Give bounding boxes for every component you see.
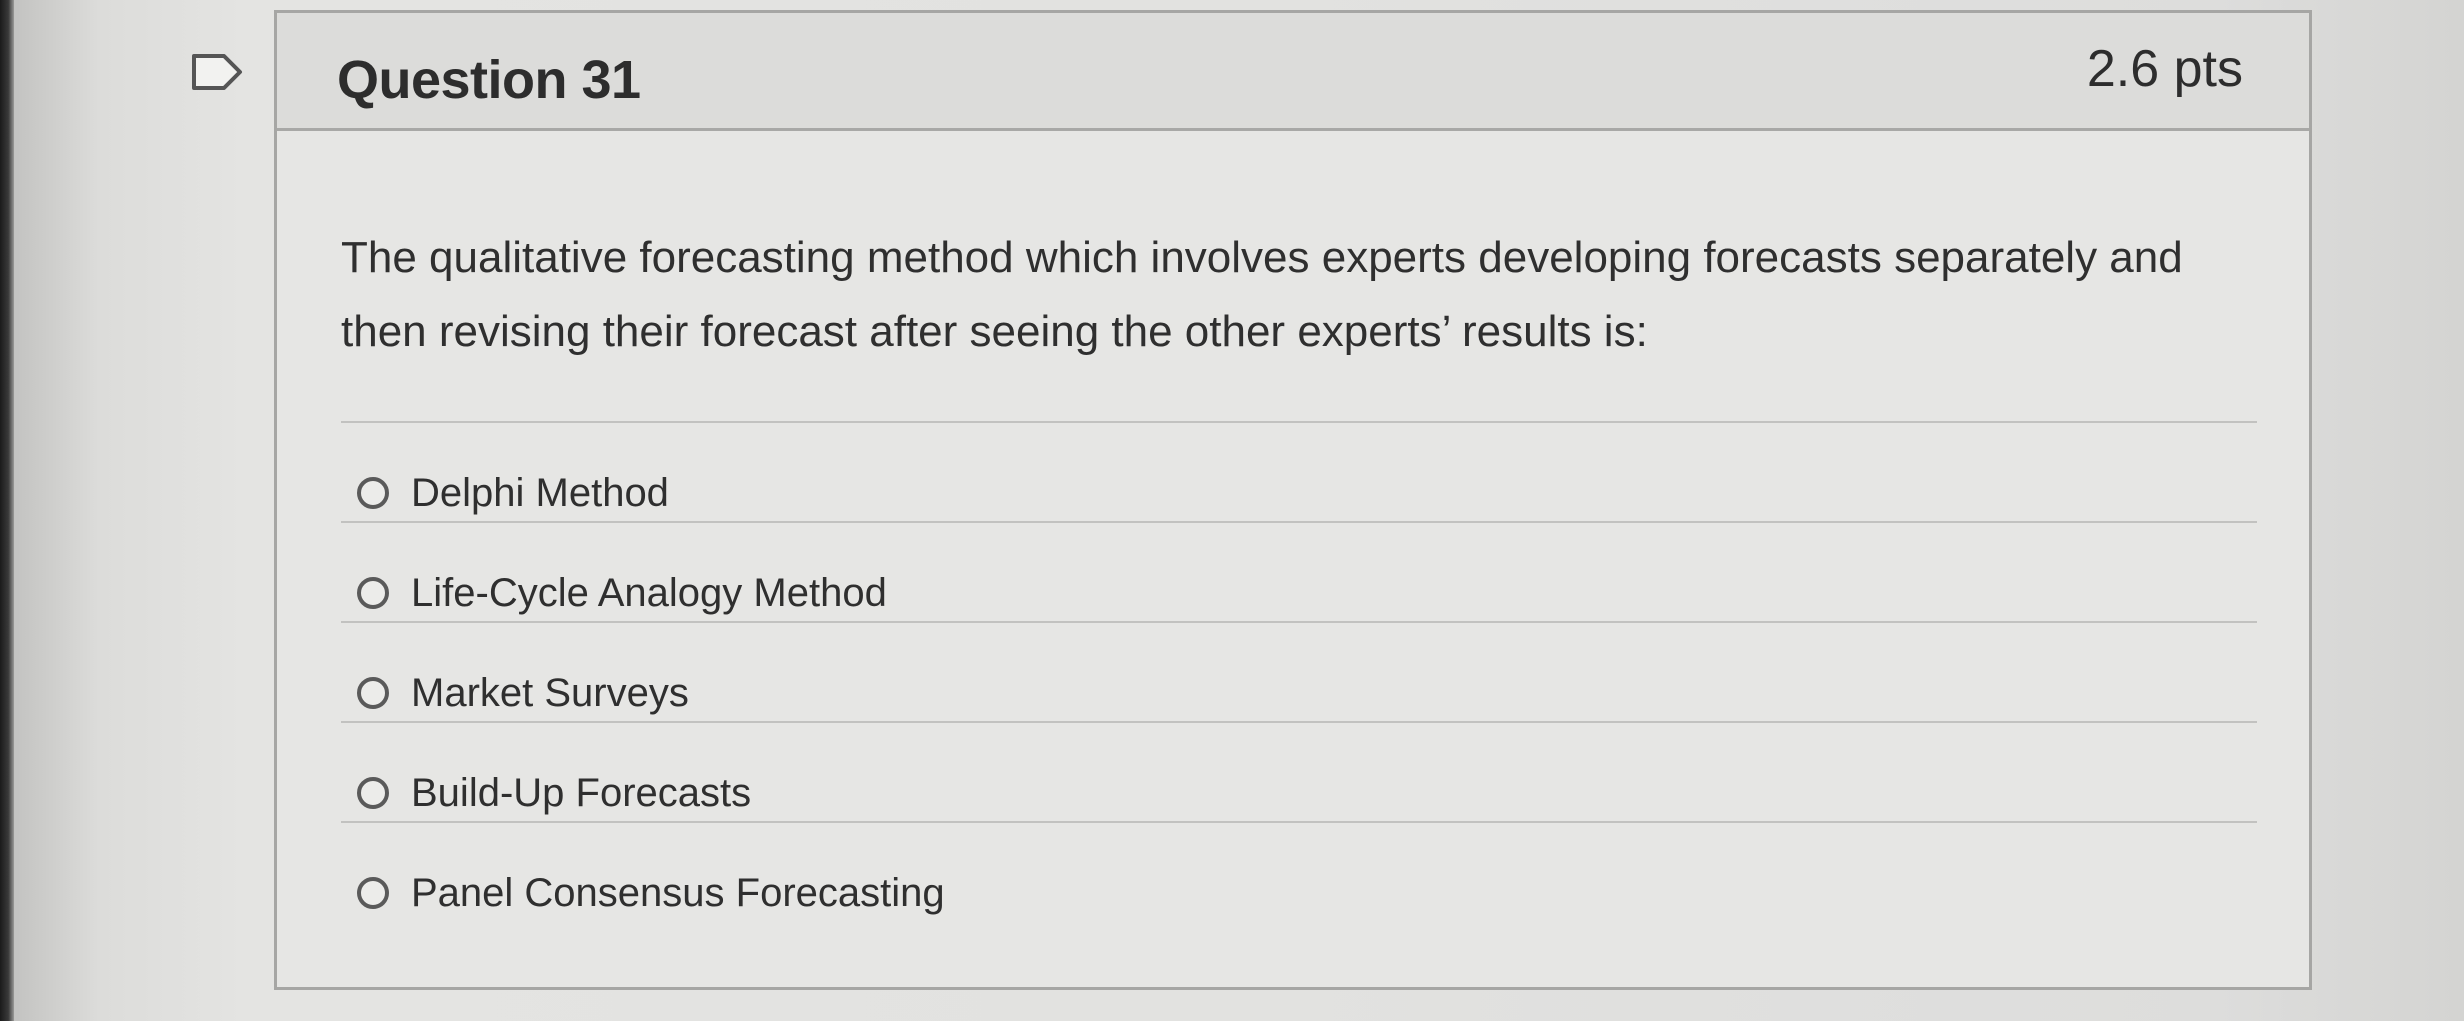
answer-divider [341, 821, 2257, 823]
question-text: The qualitative forecasting method which… [341, 233, 2183, 356]
answer-label: Life-Cycle Analogy Method [411, 570, 887, 615]
radio-button[interactable] [357, 777, 389, 809]
question-title: Question 31 [337, 50, 641, 110]
answer-divider [341, 421, 2257, 423]
radio-button[interactable] [357, 577, 389, 609]
question-card: Question 31 2.6 pts The qualitative fore… [274, 10, 2312, 990]
radio-button[interactable] [357, 677, 389, 709]
screen-bezel [0, 0, 14, 1021]
answer-divider [341, 621, 2257, 623]
answer-label: Panel Consensus Forecasting [411, 870, 945, 915]
answer-label: Market Surveys [411, 670, 689, 715]
radio-button[interactable] [357, 477, 389, 509]
answer-label: Delphi Method [411, 470, 669, 515]
question-header: Question 31 2.6 pts [277, 13, 2309, 131]
answer-label: Build-Up Forecasts [411, 770, 752, 815]
answer-divider [341, 721, 2257, 723]
question-points: 2.6 pts [2086, 40, 2243, 98]
flag-question-icon[interactable] [190, 52, 246, 92]
answer-option-panel-consensus[interactable]: Panel Consensus Forecasting [357, 853, 945, 933]
answer-divider [341, 521, 2257, 523]
radio-button[interactable] [357, 877, 389, 909]
